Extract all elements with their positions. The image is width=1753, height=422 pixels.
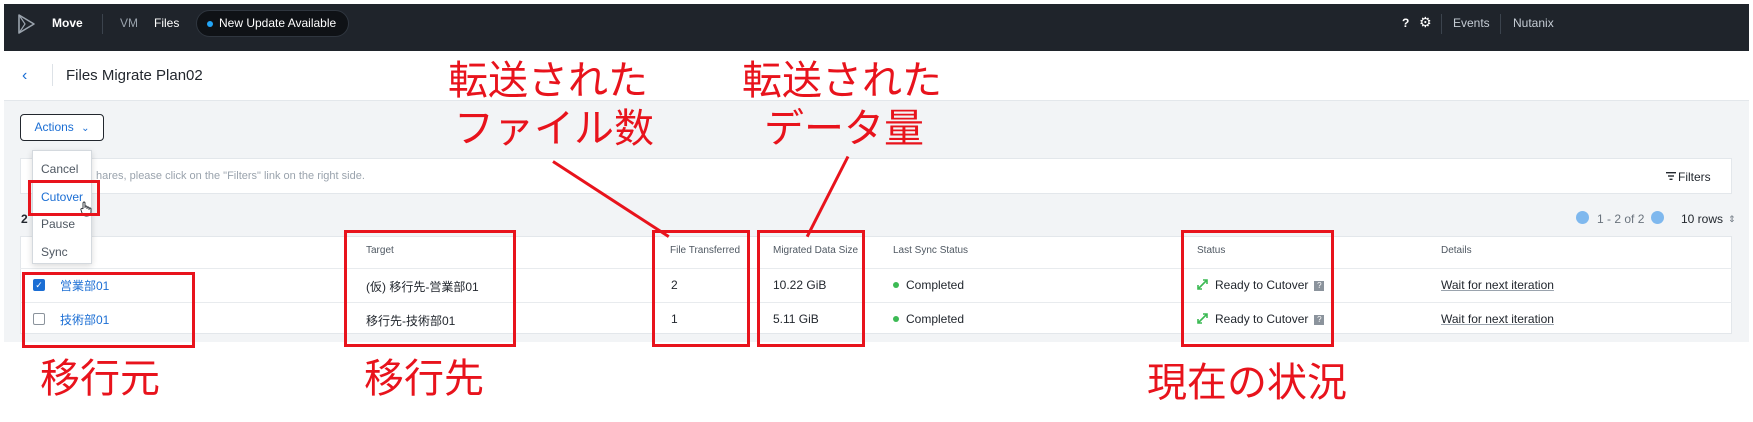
annotation-source: 移行元: [40, 356, 160, 402]
annotation-files-line1: 転送された: [448, 58, 648, 104]
help-icon[interactable]: ?: [1402, 16, 1409, 30]
next-page-icon[interactable]: [1651, 211, 1664, 224]
annotation-target: 移行先: [364, 356, 484, 402]
nav-divider: [1441, 14, 1442, 34]
prev-page-icon[interactable]: [1576, 211, 1589, 224]
events-link[interactable]: Events: [1453, 16, 1490, 30]
highlight-files-transferred-column: [652, 230, 750, 347]
nav-vm[interactable]: VM: [120, 16, 138, 30]
filters-link[interactable]: Filters: [1678, 170, 1711, 184]
user-menu[interactable]: Nutanix: [1513, 16, 1554, 30]
menu-item-sync[interactable]: Sync: [41, 245, 68, 259]
highlight-status-column: [1181, 230, 1334, 347]
annotation-files-line2: ファイル数: [454, 106, 654, 152]
last-sync-status: Completed: [906, 312, 965, 326]
nav-divider: [1500, 14, 1501, 34]
update-dot-icon: [207, 21, 213, 27]
column-header-details[interactable]: Details: [1441, 245, 1472, 256]
highlight-cutover: [28, 180, 100, 216]
item-count: 2: [21, 212, 28, 226]
details-link[interactable]: Wait for next iteration: [1441, 312, 1554, 326]
annotation-data-line2: データ量: [764, 106, 924, 152]
update-available-badge[interactable]: New Update Available: [196, 10, 350, 37]
rows-per-page-select[interactable]: 10 rows: [1681, 212, 1723, 226]
highlight-source-column: [22, 272, 195, 348]
page-title: Files Migrate Plan02: [66, 67, 203, 84]
row-divider: [20, 302, 1732, 303]
app-name[interactable]: Move: [52, 16, 83, 30]
details-link[interactable]: Wait for next iteration: [1441, 278, 1554, 292]
actions-button[interactable]: Actions ⌄: [20, 114, 104, 141]
highlight-migrated-size-column: [757, 230, 865, 347]
gear-icon[interactable]: ⚙: [1419, 14, 1432, 31]
chevron-down-icon: ⌄: [81, 123, 90, 134]
nav-files[interactable]: Files: [154, 16, 179, 30]
column-header-last-sync-status[interactable]: Last Sync Status: [893, 245, 968, 256]
last-sync-status: Completed: [906, 278, 965, 292]
update-badge-label: New Update Available: [219, 16, 337, 30]
annotation-data-line1: 転送された: [742, 58, 942, 104]
annotation-status: 現在の状況: [1147, 360, 1347, 406]
actions-label: Actions: [34, 120, 74, 134]
status-dot-icon: [893, 282, 899, 288]
status-dot-icon: [893, 316, 899, 322]
move-logo-icon[interactable]: [16, 13, 38, 35]
filter-icon[interactable]: [1666, 171, 1676, 181]
header-divider: [52, 64, 53, 86]
pagination-range: 1 - 2 of 2: [1597, 212, 1645, 226]
back-chevron-icon[interactable]: ‹: [22, 67, 27, 85]
menu-item-cancel[interactable]: Cancel: [41, 162, 78, 176]
menu-item-pause[interactable]: Pause: [41, 217, 75, 231]
nav-divider: [102, 14, 103, 34]
filter-hint-text: hares, please click on the "Filters" lin…: [96, 170, 365, 182]
highlight-target-column: [344, 230, 516, 347]
sort-arrows-icon: ⇕: [1728, 214, 1736, 224]
row-divider: [20, 268, 1732, 269]
